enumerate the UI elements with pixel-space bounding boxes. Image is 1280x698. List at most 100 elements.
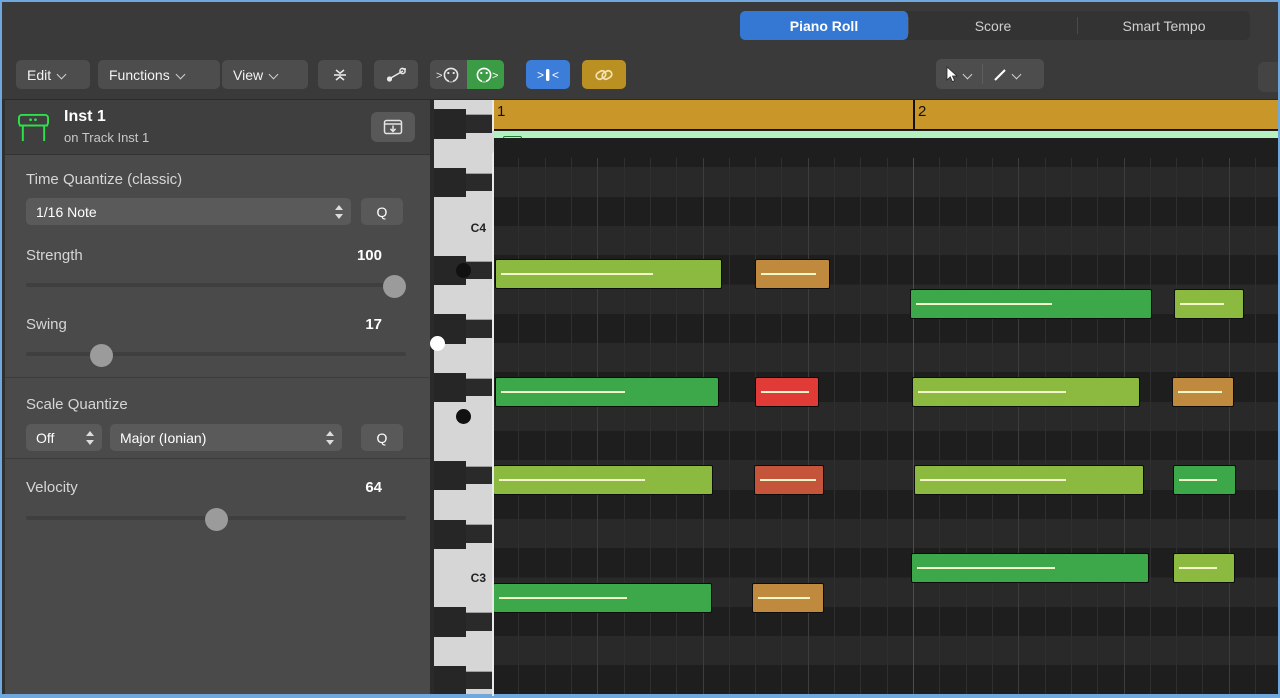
piano-black-key[interactable] bbox=[434, 461, 466, 490]
piano-keyboard[interactable]: C4C3 bbox=[430, 100, 492, 696]
grid-row[interactable] bbox=[492, 519, 1278, 548]
midi-in-button[interactable]: > bbox=[430, 60, 467, 89]
strength-value: 100 bbox=[357, 247, 382, 264]
link-button[interactable] bbox=[582, 60, 626, 89]
grid-row[interactable] bbox=[492, 636, 1278, 665]
chevron-down-icon bbox=[1013, 70, 1022, 79]
grid-row[interactable] bbox=[492, 314, 1278, 343]
swing-label: Swing bbox=[26, 316, 67, 333]
midi-note[interactable] bbox=[910, 289, 1152, 319]
piano-black-key[interactable] bbox=[434, 109, 466, 138]
note-velocity-bar bbox=[1179, 479, 1217, 481]
tab-score[interactable]: Score bbox=[909, 11, 1077, 40]
note-velocity-bar bbox=[758, 597, 810, 599]
tool-selector-group bbox=[936, 59, 1044, 89]
swing-slider-knob[interactable] bbox=[90, 344, 113, 367]
swing-slider[interactable] bbox=[26, 345, 406, 363]
piano-black-key[interactable] bbox=[434, 666, 466, 695]
inspector-collapse-button[interactable] bbox=[371, 112, 415, 142]
pencil-icon bbox=[992, 66, 1008, 83]
time-quantize-section: Time Quantize (classic) 1/16 Note Q Stre… bbox=[2, 155, 430, 377]
midi-note[interactable] bbox=[911, 553, 1149, 583]
grid-row[interactable] bbox=[492, 197, 1278, 226]
svg-text:>: > bbox=[492, 70, 498, 82]
midi-note[interactable] bbox=[495, 259, 722, 289]
bar-ruler[interactable]: 1 2 bbox=[492, 100, 1278, 130]
note-line-button[interactable] bbox=[374, 60, 418, 89]
grid-row[interactable] bbox=[492, 167, 1278, 196]
flex-pitch-button[interactable]: > < bbox=[526, 60, 570, 89]
bar-number-1: 1 bbox=[497, 103, 505, 120]
scale-quantize-label: Scale Quantize bbox=[26, 396, 406, 413]
midi-note[interactable] bbox=[755, 259, 830, 289]
grid-division-line bbox=[913, 158, 914, 696]
scale-quantize-apply-button[interactable]: Q bbox=[361, 424, 403, 451]
functions-menu-button[interactable]: Functions bbox=[98, 60, 220, 89]
scale-root-select[interactable]: Off bbox=[26, 424, 102, 451]
chevron-down-icon bbox=[270, 70, 279, 79]
hide-show-automation-button[interactable] bbox=[318, 60, 362, 89]
time-quantize-apply-button[interactable]: Q bbox=[361, 198, 403, 225]
midi-note[interactable] bbox=[1174, 289, 1244, 319]
velocity-value: 64 bbox=[365, 479, 382, 496]
keyboard-scroll-gutter[interactable] bbox=[0, 100, 5, 696]
midi-note[interactable] bbox=[493, 583, 712, 613]
grid-division-line bbox=[966, 158, 967, 696]
midi-note[interactable] bbox=[752, 583, 824, 613]
grid-division-line bbox=[1255, 158, 1256, 696]
midi-note[interactable] bbox=[495, 377, 719, 407]
midi-in-icon: > bbox=[436, 66, 462, 84]
midi-note[interactable] bbox=[493, 465, 713, 495]
tab-smart-tempo[interactable]: Smart Tempo bbox=[1078, 11, 1250, 40]
midi-out-button[interactable]: > bbox=[467, 60, 504, 89]
grid-division-line bbox=[545, 158, 546, 696]
inspector-subtitle: on Track Inst 1 bbox=[64, 130, 149, 145]
piano-black-key[interactable] bbox=[434, 168, 466, 197]
view-menu-button[interactable]: View bbox=[222, 60, 308, 89]
midi-out-icon: > bbox=[473, 66, 499, 84]
velocity-slider-knob[interactable] bbox=[205, 508, 228, 531]
grid-division-line bbox=[624, 158, 625, 696]
grid-row[interactable] bbox=[492, 226, 1278, 255]
midi-note[interactable] bbox=[1172, 377, 1234, 407]
note-velocity-bar bbox=[920, 479, 1066, 481]
grid-division-line bbox=[1071, 158, 1072, 696]
note-velocity-bar bbox=[760, 479, 816, 481]
note-velocity-bar bbox=[1178, 391, 1222, 393]
piano-roll-editor[interactable]: 1 2 Inst 1 bbox=[492, 100, 1278, 696]
pencil-tool-button[interactable] bbox=[983, 59, 1031, 89]
time-quantize-select[interactable]: 1/16 Note bbox=[26, 198, 351, 225]
pointer-tool-button[interactable] bbox=[936, 59, 982, 89]
tab-piano-roll[interactable]: Piano Roll bbox=[740, 11, 908, 40]
playhead[interactable] bbox=[492, 100, 494, 696]
piano-black-key[interactable] bbox=[434, 520, 466, 549]
note-velocity-bar bbox=[761, 273, 816, 275]
piano-black-key[interactable] bbox=[434, 607, 466, 636]
edit-menu-button[interactable]: Edit bbox=[16, 60, 90, 89]
piano-roll-window: Piano Roll Score Smart Tempo Edit Functi… bbox=[0, 0, 1280, 698]
velocity-slider[interactable] bbox=[26, 509, 406, 527]
midi-note[interactable] bbox=[754, 465, 824, 495]
overflow-toolbar-button[interactable] bbox=[1258, 62, 1280, 92]
grid-division-line bbox=[1018, 158, 1019, 696]
grid-row[interactable] bbox=[492, 548, 1278, 577]
midi-note[interactable] bbox=[1173, 465, 1236, 495]
piano-black-key[interactable] bbox=[434, 373, 466, 402]
grid-row[interactable] bbox=[492, 138, 1278, 167]
grid-row[interactable] bbox=[492, 343, 1278, 372]
midi-note[interactable] bbox=[912, 377, 1140, 407]
note-grid[interactable] bbox=[492, 158, 1278, 696]
note-velocity-bar bbox=[499, 479, 645, 481]
midi-note[interactable] bbox=[1173, 553, 1235, 583]
scale-type-select[interactable]: Major (Ionian) bbox=[110, 424, 342, 451]
midi-note[interactable] bbox=[755, 377, 819, 407]
note-velocity-bar bbox=[1179, 567, 1217, 569]
grid-row[interactable] bbox=[492, 431, 1278, 460]
strength-slider-knob[interactable] bbox=[383, 275, 406, 298]
editor-tab-group: Piano Roll Score Smart Tempo bbox=[740, 11, 1250, 40]
midi-note[interactable] bbox=[914, 465, 1144, 495]
time-quantize-value: 1/16 Note bbox=[36, 204, 97, 220]
strength-slider[interactable] bbox=[26, 276, 406, 294]
grid-row[interactable] bbox=[492, 665, 1278, 694]
playhead-handle[interactable] bbox=[492, 131, 494, 156]
